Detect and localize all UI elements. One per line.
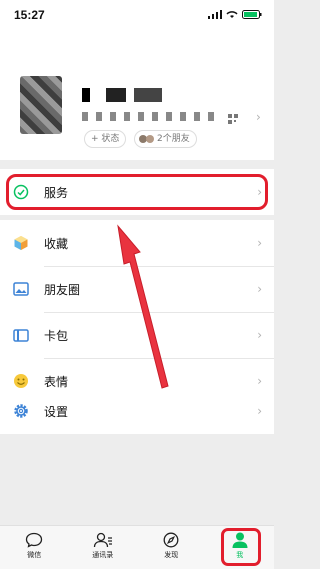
tab-chats[interactable]: 微信 xyxy=(0,526,69,569)
wallet-icon xyxy=(12,326,30,344)
menu-item-settings[interactable]: 设置 › xyxy=(0,388,274,434)
friends-status-label: 2个朋友 xyxy=(157,134,190,144)
profile-header[interactable]: › + 状态 2个朋友 xyxy=(0,30,274,160)
avatar[interactable] xyxy=(20,76,62,134)
contacts-icon xyxy=(93,532,112,548)
services-highlight-box xyxy=(6,174,268,210)
menu-item-cards[interactable]: 卡包 › xyxy=(0,312,274,358)
chevron-right-icon: › xyxy=(257,282,262,296)
image-icon xyxy=(12,280,30,298)
settings-group: 设置 › xyxy=(0,388,274,434)
chevron-right-icon: › xyxy=(257,374,262,388)
qr-code-icon[interactable] xyxy=(228,114,238,124)
tab-label-chats: 微信 xyxy=(27,551,42,559)
tab-discover[interactable]: 发现 xyxy=(137,526,206,569)
chevron-right-icon: › xyxy=(257,236,262,250)
wechat-id-mosaic xyxy=(82,112,222,121)
menu-label-cards: 卡包 xyxy=(44,328,69,343)
menu-label-moments: 朋友圈 xyxy=(44,282,81,297)
status-time: 15:27 xyxy=(14,8,45,22)
menu-item-favorites[interactable]: 收藏 › xyxy=(0,220,274,266)
chevron-right-icon: › xyxy=(257,404,262,418)
wifi-icon xyxy=(226,11,238,18)
signal-icon xyxy=(208,10,222,19)
menu-item-moments[interactable]: 朋友圈 › xyxy=(0,266,274,312)
status-bar: 15:27 xyxy=(0,0,274,30)
chevron-right-icon: › xyxy=(257,328,262,342)
me-tab-highlight-box xyxy=(221,528,261,566)
status-icons xyxy=(208,10,262,19)
profile-chevron-icon: › xyxy=(256,110,261,124)
menu-label-stickers: 表情 xyxy=(44,374,69,389)
cube-icon xyxy=(12,234,30,252)
tab-label-contacts: 通讯录 xyxy=(92,551,114,559)
nickname-mosaic xyxy=(82,88,162,102)
chat-bubble-icon xyxy=(26,532,43,548)
compass-icon xyxy=(163,532,179,548)
menu-label-settings: 设置 xyxy=(44,404,69,419)
tab-label-discover: 发现 xyxy=(164,551,179,559)
friends-status-button[interactable]: 2个朋友 xyxy=(134,130,197,148)
gear-icon xyxy=(12,402,30,420)
battery-icon xyxy=(242,10,262,19)
friend-avatar xyxy=(146,135,154,143)
main-menu-group: 收藏 › 朋友圈 › 卡包 › 表情 › xyxy=(0,220,274,404)
add-status-button[interactable]: + 状态 xyxy=(84,130,127,148)
menu-label-favorites: 收藏 xyxy=(44,236,69,251)
tab-contacts[interactable]: 通讯录 xyxy=(69,526,138,569)
